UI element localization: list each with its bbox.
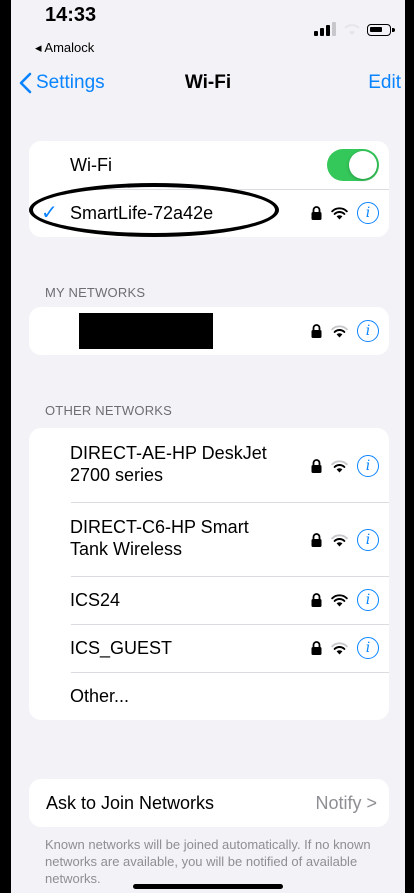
wifi-main-group: Wi-Fi ✓ SmartLife-72a42e i [29,141,389,237]
network-name: ICS24 [70,590,121,610]
network-row[interactable]: DIRECT-C6-HP Smart Tank Wireless i [29,502,389,576]
network-row[interactable]: DIRECT-AE-HP DeskJet 2700 series i [29,428,389,502]
network-status-icons: i [311,637,379,659]
back-to-app-link[interactable]: ◂ Amalock [35,40,94,56]
wifi-signal-icon [331,459,348,473]
ask-to-join-footnote: Known networks will be joined automatica… [45,837,371,886]
network-status-icons: i [311,529,379,551]
network-row[interactable]: ICS_GUEST i [29,624,389,672]
wifi-signal-icon [331,206,348,220]
cellular-signal-icon [314,22,338,36]
ask-to-join-group: Ask to Join Networks Notify > [29,779,389,827]
connected-network-row[interactable]: ✓ SmartLife-72a42e i [29,189,389,237]
lock-icon [311,533,322,547]
other-network-row[interactable]: Other... [29,672,389,720]
ask-to-join-value[interactable]: Notify > [315,793,377,814]
ask-to-join-label: Ask to Join Networks [46,792,215,813]
info-icon[interactable]: i [357,202,379,224]
info-icon[interactable]: i [357,637,379,659]
wifi-settings-screen: 14:33 ◂ Amalock Settings Wi-Fi Edit Wi-F… [11,0,405,893]
info-icon[interactable]: i [357,589,379,611]
wifi-toggle-row: Wi-Fi [29,141,389,189]
battery-icon [367,24,395,36]
edit-button[interactable]: Edit [345,72,405,94]
other-network-label: Other... [70,686,130,706]
network-status-icons: i [311,320,379,342]
wifi-signal-icon [331,324,348,338]
navigation-bar: Settings Wi-Fi Edit [11,62,405,106]
network-name: DIRECT-C6-HP Smart Tank Wireless [70,517,249,559]
lock-icon [311,459,322,473]
other-networks-header: OTHER NETWORKS [45,403,173,418]
network-status-icons: i [311,455,379,477]
ask-to-join-row[interactable]: Ask to Join Networks Notify > [29,779,389,827]
wifi-toggle-switch[interactable] [327,149,379,181]
status-bar: 14:33 ◂ Amalock [11,0,405,62]
info-icon[interactable]: i [357,455,379,477]
wifi-signal-icon [331,593,348,607]
status-time: 14:33 [45,4,97,26]
redacted-network-name [79,313,213,349]
my-networks-group: i [29,307,389,355]
wifi-status-icon [343,22,361,36]
wifi-signal-icon [331,641,348,655]
info-icon[interactable]: i [357,320,379,342]
my-network-row[interactable]: i [29,307,389,355]
lock-icon [311,324,322,338]
network-status-icons: i [311,589,379,611]
wifi-signal-icon [331,533,348,547]
other-networks-group: DIRECT-AE-HP DeskJet 2700 series i DIREC… [29,428,389,720]
network-name: ICS_GUEST [70,638,173,658]
network-name: DIRECT-AE-HP DeskJet 2700 series [70,443,267,485]
home-indicator[interactable] [133,884,283,889]
my-networks-header: MY NETWORKS [45,285,146,300]
connected-network-name: SmartLife-72a42e [70,203,214,223]
lock-icon [311,641,322,655]
network-row[interactable]: ICS24 i [29,576,389,624]
wifi-toggle-label: Wi-Fi [70,155,112,175]
lock-icon [311,593,322,607]
lock-icon [311,206,322,220]
info-icon[interactable]: i [357,529,379,551]
network-status-icons: i [311,202,379,224]
checkmark-icon: ✓ [41,202,58,224]
